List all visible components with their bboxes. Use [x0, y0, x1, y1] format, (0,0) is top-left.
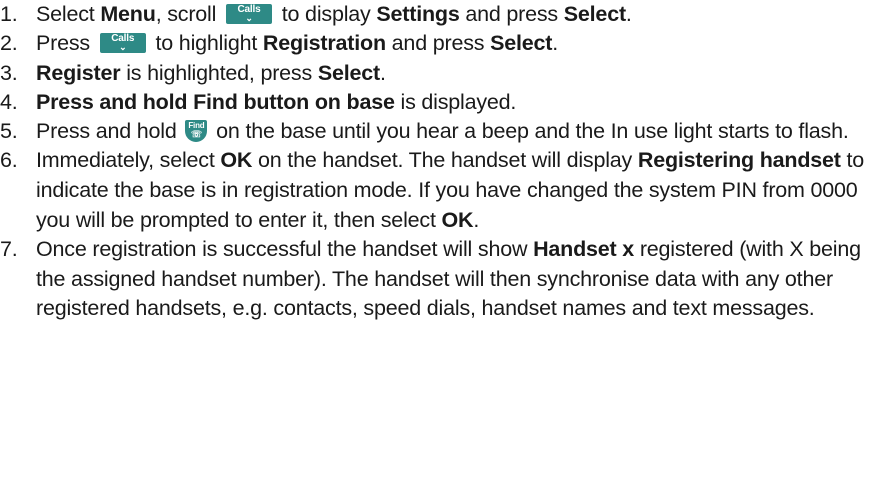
menu-key-name: Menu: [100, 2, 156, 26]
step-number: 3.: [0, 60, 18, 85]
step-6: 6. Immediately, select OK on the handset.…: [0, 146, 886, 235]
step-2: 2. Press Calls ⌄ to highlight Registration…: [0, 29, 886, 58]
step-text: Press and hold: [36, 119, 183, 144]
select-key-name: Select: [563, 2, 626, 26]
step-text: on the handset. The handset will display: [252, 148, 638, 173]
display-message: Press and hold Find button on base: [36, 89, 395, 114]
step-5: 5. Press and hold Find ☏ on the base until…: [0, 117, 886, 146]
step-text: is highlighted, press: [120, 60, 318, 85]
step-text: and press: [385, 31, 491, 56]
step-text: , scroll: [155, 2, 222, 26]
step-text: .: [552, 31, 559, 56]
step-7: 7. Once registration is successful the ha…: [0, 235, 886, 324]
step-text: .: [625, 2, 632, 26]
ok-key-name: OK: [220, 148, 253, 173]
display-message: Registering handset: [637, 148, 841, 173]
registration-steps-list: 1. Select Menu, scroll Calls ⌄ to display …: [0, 0, 886, 324]
step-4: 4. Press and hold Find button on base is …: [0, 88, 886, 117]
step-number: 6.: [0, 148, 18, 173]
chevron-down-icon: ⌄: [245, 13, 253, 23]
step-text: .: [379, 60, 386, 85]
find-button-icon: Find ☏: [185, 120, 208, 143]
step-number: 4.: [0, 89, 18, 114]
step-text: Immediately, select: [36, 148, 221, 173]
step-1: 1. Select Menu, scroll Calls ⌄ to display …: [0, 0, 886, 29]
step-text: to display: [275, 2, 377, 26]
step-text: Once registration is successful the hand…: [36, 237, 534, 262]
step-text: on the base until you hear a beep and th…: [210, 119, 849, 144]
step-text: to highlight: [149, 31, 263, 56]
step-text: is displayed.: [394, 89, 517, 114]
calls-scroll-down-key-icon: Calls ⌄: [225, 4, 272, 24]
registration-menu-name: Registration: [262, 31, 386, 56]
chevron-down-icon: ⌄: [119, 42, 127, 53]
step-number: 2.: [0, 31, 18, 56]
step-text: .: [473, 207, 480, 232]
select-key-name: Select: [490, 31, 553, 56]
step-text: and press: [459, 2, 564, 26]
step-number: 5.: [0, 119, 18, 144]
step-3: 3. Register is highlighted, press Select.: [0, 59, 886, 88]
step-number: 1.: [0, 2, 18, 26]
handset-icon: ☏: [190, 129, 202, 140]
calls-scroll-down-key-icon: Calls ⌄: [99, 33, 146, 54]
register-option-name: Register: [36, 60, 121, 85]
select-key-name: Select: [317, 60, 380, 85]
settings-menu-name: Settings: [376, 2, 460, 26]
step-text: Press: [36, 31, 96, 56]
step-text: Select: [36, 2, 101, 26]
ok-key-name: OK: [441, 207, 474, 232]
display-message: Handset x: [533, 237, 635, 262]
step-number: 7.: [0, 237, 18, 262]
